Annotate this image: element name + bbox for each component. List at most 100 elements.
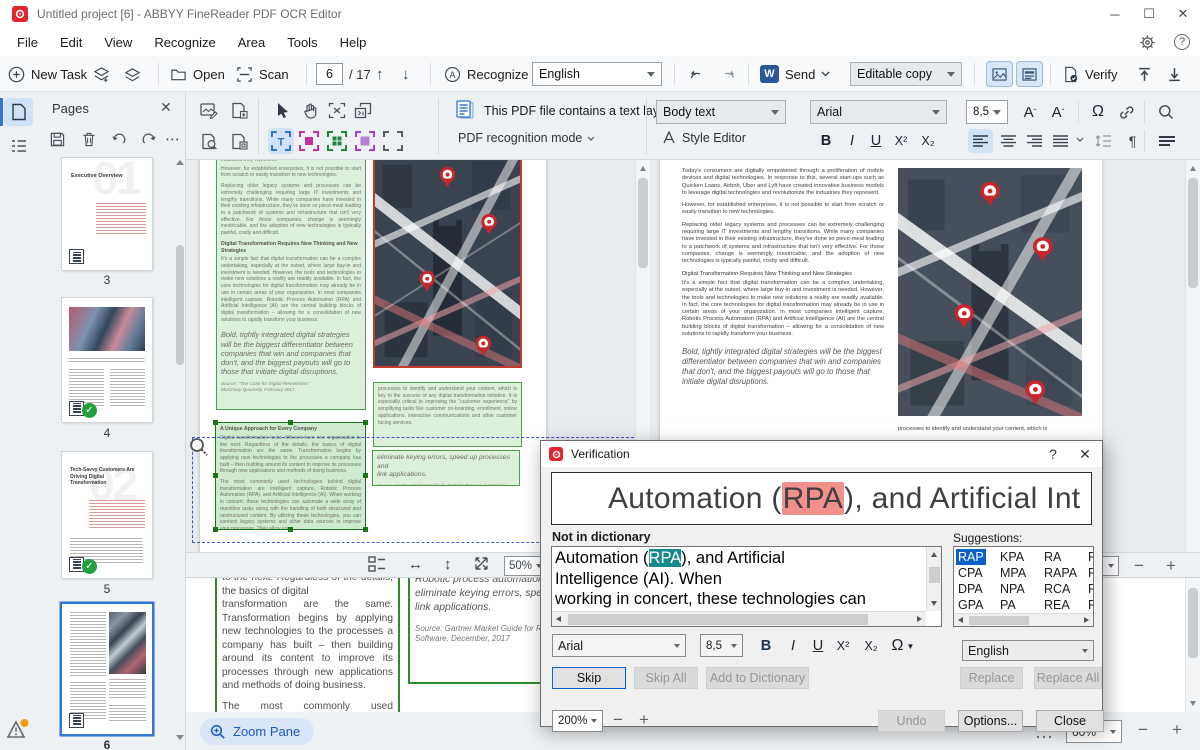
zone-handle[interactable] [213, 473, 218, 478]
stack-add-icon[interactable] [93, 56, 110, 92]
pages-view-tab[interactable] [4, 98, 33, 126]
dialog-font-select[interactable]: Arial [552, 634, 686, 657]
delete-page-icon[interactable] [78, 128, 100, 150]
redo-button[interactable] [720, 56, 737, 92]
menu-recognize[interactable]: Recognize [143, 31, 226, 54]
add-to-dictionary-button[interactable]: Add to Dictionary [706, 667, 809, 689]
previous-page-button[interactable]: ↑ [376, 56, 384, 92]
delete-area-icon[interactable] [324, 97, 350, 123]
align-left-button[interactable] [968, 129, 993, 153]
pages-panel-close-icon[interactable]: ✕ [160, 99, 172, 116]
select-cursor-icon[interactable] [270, 97, 296, 123]
suggestions-listbox[interactable]: RAPKPARAR CPAMPARAPAR DPANPARCAR GPAPARE… [953, 546, 1094, 627]
verification-text-editor[interactable]: Automation (RPA), and Artificial Intelli… [551, 546, 942, 627]
dialog-bold-button[interactable]: B [754, 634, 778, 658]
show-text-pane-toggle[interactable] [1016, 56, 1043, 92]
undo-button[interactable]: Undo [878, 710, 945, 732]
italic-button[interactable]: I [840, 129, 864, 153]
superscript-button[interactable]: X² [889, 129, 913, 153]
textbox-horizontal-scrollbar[interactable] [552, 611, 926, 626]
dialog-size-select[interactable]: 8,5 [700, 634, 743, 657]
main-zoom-out-icon[interactable]: − [1138, 720, 1148, 740]
settings-gear-icon[interactable] [1139, 34, 1156, 51]
menu-tools[interactable]: Tools [276, 31, 328, 54]
font-family-select[interactable]: Arial [810, 100, 947, 124]
help-icon[interactable]: ? [1174, 34, 1190, 50]
menu-area[interactable]: Area [227, 31, 276, 54]
dialog-superscript-button[interactable]: X² [831, 634, 855, 658]
highlight-text-button[interactable] [1154, 129, 1179, 153]
dialog-underline-button[interactable]: U [806, 634, 830, 658]
fit-page-icon[interactable] [474, 556, 489, 571]
open-button[interactable]: Open [170, 56, 225, 92]
zoom-out-icon[interactable]: − [1134, 556, 1144, 576]
increase-font-icon[interactable]: Aˆ [1018, 100, 1042, 124]
hand-pan-icon[interactable] [298, 97, 324, 123]
send-button[interactable]: W Send [760, 56, 830, 92]
skip-all-button[interactable]: Skip All [634, 667, 698, 689]
style-editor-button[interactable]: Style Editor [662, 131, 746, 145]
zone-handle[interactable] [363, 473, 368, 478]
scan-button[interactable]: Scan [236, 56, 289, 92]
align-more-dropdown[interactable] [1076, 137, 1084, 142]
text-zone-right-column[interactable]: processes to identify and understand you… [373, 382, 522, 447]
recognize-button[interactable]: A Recognize [444, 56, 528, 92]
zone-handle[interactable] [213, 420, 218, 425]
skip-button[interactable]: Skip [552, 667, 626, 689]
menu-file[interactable]: File [6, 31, 49, 54]
zone-handle[interactable] [363, 527, 368, 532]
decrease-font-icon[interactable]: Aˇ [1046, 100, 1070, 124]
text-zone-left-column[interactable]: industries they represent. However, for … [216, 160, 366, 410]
zoom-in-icon[interactable]: + [1166, 556, 1176, 576]
dialog-subscript-button[interactable]: X₂ [859, 634, 883, 658]
text-area-tool-selected[interactable]: T [268, 128, 294, 154]
preview-page-icon[interactable] [196, 128, 222, 154]
dialog-close-button[interactable]: Close [1036, 710, 1104, 732]
justify-button[interactable] [1048, 129, 1073, 153]
menu-help[interactable]: Help [329, 31, 378, 54]
undo-button[interactable] [688, 56, 705, 92]
stack-icon[interactable] [124, 56, 141, 92]
zoom-pane-scrollbar[interactable] [1185, 578, 1200, 712]
text-pane-scrollbar[interactable] [1185, 160, 1200, 552]
zoom-pane-toggle-button[interactable]: Zoom Pane [200, 718, 314, 745]
image-area-tool[interactable] [296, 128, 322, 154]
zone-handle[interactable] [288, 527, 293, 532]
search-icon[interactable] [1154, 100, 1178, 124]
send-format-select[interactable]: Editable copy [850, 62, 962, 86]
dialog-special-char-button[interactable]: Ω▼ [886, 634, 920, 658]
page-number-input[interactable]: 6 [316, 56, 343, 92]
paragraph-style-select[interactable]: Body text [656, 100, 786, 124]
options-button[interactable]: Options... [958, 710, 1023, 732]
page-thumbnail-4[interactable]: ✓ [62, 298, 152, 422]
dialog-italic-button[interactable]: I [781, 634, 805, 658]
copy-page-icon[interactable] [226, 128, 252, 154]
page-thumbnail-5[interactable]: 02 Tech-Savvy Customers Are Driving Digi… [62, 452, 152, 578]
bold-button[interactable]: B [814, 129, 838, 153]
next-page-button[interactable]: ↓ [402, 56, 410, 92]
reorder-area-icon[interactable] [350, 97, 376, 123]
show-image-pane-toggle[interactable] [986, 56, 1013, 92]
align-center-button[interactable] [996, 129, 1021, 153]
next-error-button[interactable] [1166, 56, 1183, 92]
dialog-zoom-select[interactable]: 200% [552, 710, 603, 732]
suggestion-row[interactable]: RAPKPARAR [954, 549, 1093, 565]
suggestion-row[interactable]: DPANPARCAR [954, 581, 1093, 597]
dialog-title-bar[interactable]: Verification ? ✕ [541, 441, 1102, 467]
underline-button[interactable]: U [864, 129, 888, 153]
warning-notification-icon[interactable] [6, 718, 32, 742]
previous-error-button[interactable] [1136, 56, 1153, 92]
page-thumbnail-6-selected[interactable] [62, 604, 152, 734]
text-zone-quote[interactable]: eliminate keying errors, speed up proces… [372, 450, 520, 486]
recognition-area-tool[interactable] [380, 128, 406, 154]
split-view-icon[interactable] [368, 556, 386, 572]
dialog-zoom-out-icon[interactable]: − [613, 710, 623, 730]
zone-handle[interactable] [288, 420, 293, 425]
more-options-icon[interactable]: ⋯ [162, 128, 184, 150]
fit-height-icon[interactable]: ↕ [444, 556, 452, 573]
language-select[interactable]: English [532, 62, 662, 86]
zone-handle[interactable] [213, 527, 218, 532]
save-page-image-icon[interactable] [226, 97, 252, 123]
subscript-button[interactable]: X₂ [916, 129, 940, 153]
textbox-vertical-scrollbar[interactable] [926, 547, 941, 611]
